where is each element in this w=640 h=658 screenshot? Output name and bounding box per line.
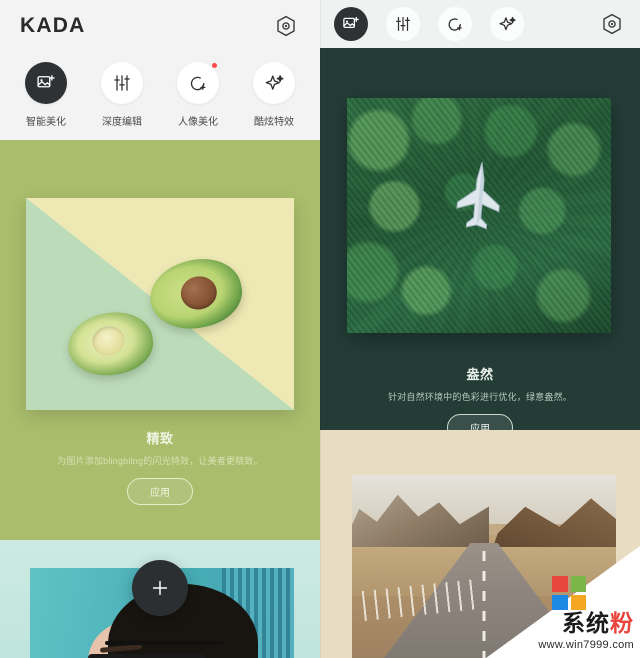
airplane-over-forest-photo — [347, 98, 611, 333]
circle-plus-icon[interactable] — [177, 62, 219, 104]
tool-deep-edit[interactable]: 深度编辑 — [88, 62, 156, 128]
hexagon-settings-icon[interactable] — [598, 10, 626, 38]
notification-badge — [212, 63, 217, 68]
left-card-caption: 精致 为图片添加blingbling的闪光特效，让美者更精致。 应用 — [0, 428, 320, 505]
home-indicator-left — [105, 641, 223, 645]
left-header: KADA 智能美化 深度编辑 人像美化 酷炫特效 — [0, 0, 320, 140]
watermark-char-3: 粉 — [610, 610, 634, 636]
image-plus-icon[interactable] — [25, 62, 67, 104]
avocado-halves-photo — [26, 198, 294, 410]
sparkle-icon[interactable] — [490, 7, 524, 41]
circle-plus-icon[interactable] — [438, 7, 472, 41]
tool-label: 人像美化 — [178, 117, 218, 128]
watermark-url: www.win7999.com — [538, 639, 634, 651]
tool-label: 智能美化 — [26, 117, 66, 128]
card-title: 盎然 — [466, 367, 494, 382]
sparkle-icon[interactable] — [253, 62, 295, 104]
card-title: 精致 — [146, 431, 174, 446]
right-tool-row — [334, 7, 598, 41]
microsoft-logo-icon — [552, 576, 586, 610]
sliders-icon[interactable] — [101, 62, 143, 104]
panel-divider — [320, 0, 321, 658]
tool-portrait-beautify[interactable]: 人像美化 — [164, 62, 232, 128]
left-tool-row: 智能美化 深度编辑 人像美化 酷炫特效 — [0, 62, 320, 128]
left-panel: KADA 智能美化 深度编辑 人像美化 酷炫特效 精致 为图片添加blingbl… — [0, 0, 320, 658]
right-header — [320, 0, 640, 48]
tool-label: 深度编辑 — [102, 117, 142, 128]
watermark: 系统粉 www.win7999.com — [486, 546, 640, 658]
watermark-char-1: 系 — [562, 610, 586, 636]
right-feature-card[interactable]: 盎然 针对自然环境中的色彩进行优化，绿意盎然。 应用 — [320, 48, 640, 430]
tool-label: 酷炫特效 — [254, 117, 294, 128]
tool-cool-effects[interactable]: 酷炫特效 — [240, 62, 308, 128]
image-plus-icon[interactable] — [334, 7, 368, 41]
app-screenshot: KADA 智能美化 深度编辑 人像美化 酷炫特效 精致 为图片添加blingbl… — [0, 0, 640, 658]
app-brand-logo: KADA — [20, 14, 86, 37]
right-card-caption: 盎然 针对自然环境中的色彩进行优化，绿意盎然。 应用 — [320, 364, 640, 430]
apply-button[interactable]: 应用 — [127, 478, 193, 505]
card-description: 为图片添加blingbling的闪光特效，让美者更精致。 — [57, 456, 263, 466]
card-description: 针对自然环境中的色彩进行优化，绿意盎然。 — [387, 392, 572, 402]
tool-smart-beautify[interactable]: 智能美化 — [12, 62, 80, 128]
airplane-shape — [456, 161, 500, 230]
sliders-icon[interactable] — [386, 7, 420, 41]
watermark-brand: 系统粉 — [562, 612, 634, 635]
apply-button[interactable]: 应用 — [447, 414, 513, 430]
left-feature-card[interactable]: 精致 为图片添加blingbling的闪光特效，让美者更精致。 应用 — [0, 140, 320, 540]
watermark-char-2: 统 — [586, 610, 610, 636]
hexagon-settings-icon[interactable] — [272, 12, 300, 40]
add-photo-button-left[interactable] — [132, 560, 188, 616]
